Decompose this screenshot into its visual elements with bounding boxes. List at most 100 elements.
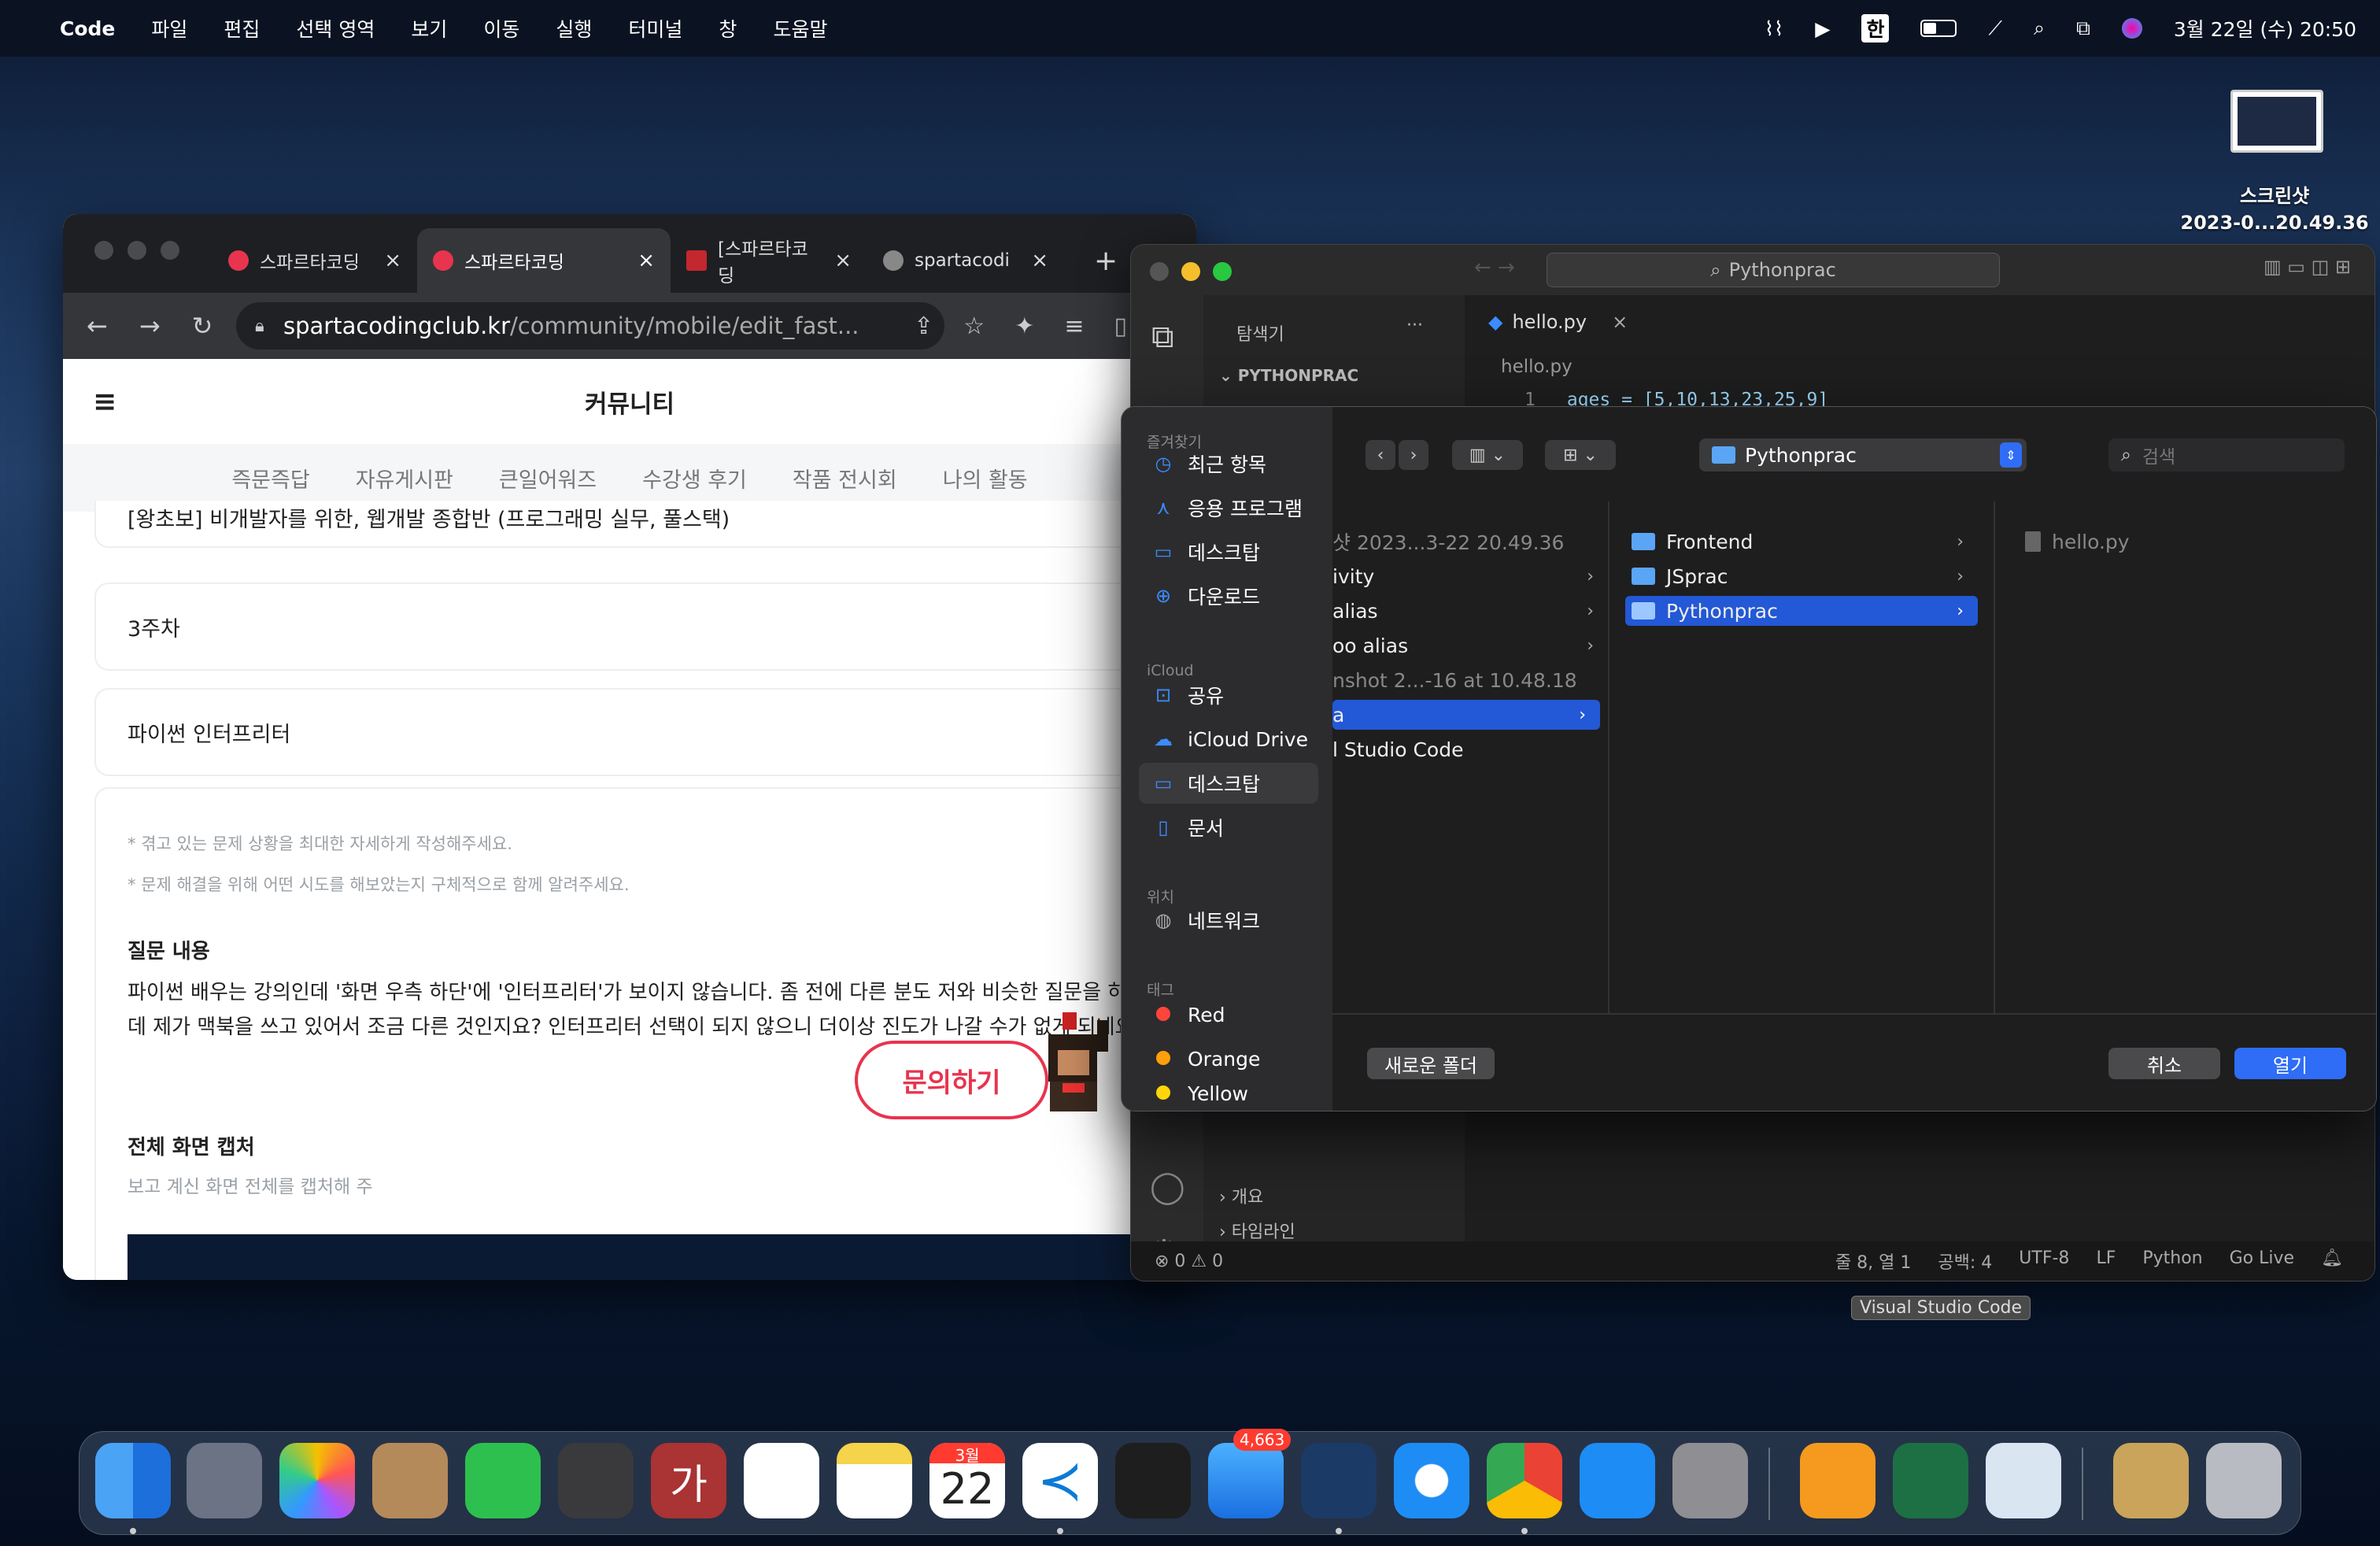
category-awards[interactable]: 큰일어워즈 [499, 463, 597, 494]
open-button[interactable]: 열기 [2234, 1048, 2346, 1079]
sequel-icon[interactable] [1301, 1443, 1377, 1518]
tab-3[interactable]: [스파르타코딩 × [671, 228, 867, 293]
tab-4[interactable]: spartacodi × [867, 228, 1064, 293]
category-free-board[interactable]: 자유게시판 [356, 463, 453, 494]
wifi-off-icon[interactable]: ⟋ [1988, 17, 2002, 40]
close-tab-icon[interactable]: × [638, 249, 655, 272]
search-field[interactable]: ⌕ 검색 [2108, 438, 2345, 472]
finder-icon[interactable] [95, 1443, 171, 1518]
file-row-hello-py[interactable]: hello.py [2025, 527, 2340, 557]
menu-terminal[interactable]: 터미널 [628, 14, 682, 43]
settings-icon[interactable] [1672, 1443, 1748, 1518]
pages-icon[interactable] [1800, 1443, 1876, 1518]
contacts-icon[interactable] [372, 1443, 448, 1518]
screenshot-file-icon[interactable] [2230, 90, 2323, 153]
close-tab-icon[interactable]: × [1612, 311, 1628, 333]
folder-row[interactable]: oo alias › [1332, 631, 1608, 660]
tag-red[interactable]: Red [1139, 994, 1318, 1035]
file-row[interactable]: 샷 2023...3-22 20.49.36 [1332, 527, 1608, 557]
menu-run[interactable]: 실행 [556, 14, 592, 43]
forward-icon[interactable]: → [139, 311, 161, 341]
category-my-activity[interactable]: 나의 활동 [943, 463, 1028, 494]
figma-icon[interactable] [1115, 1443, 1191, 1518]
input-source[interactable]: 한 [1861, 14, 1890, 43]
menu-help[interactable]: 도움말 [773, 14, 827, 43]
preview-icon[interactable] [1986, 1443, 2061, 1518]
folder-row-jsprac[interactable]: JSprac › [1632, 561, 1978, 591]
notes-icon[interactable] [837, 1443, 912, 1518]
back-icon[interactable]: ← [87, 311, 108, 341]
timeline-section[interactable]: › 타임라인 [1219, 1218, 1295, 1243]
problems-indicator[interactable]: ⊗ 0 ⚠ 0 [1155, 1252, 1223, 1271]
numbers-icon[interactable] [465, 1443, 541, 1518]
week-select[interactable]: 3주차 ⌄ [94, 583, 1196, 671]
lock-icon[interactable]: 🔒︎ [255, 316, 264, 336]
cancel-button[interactable]: 취소 [2108, 1048, 2220, 1079]
extensions-icon[interactable]: ✦ [1014, 313, 1034, 340]
folder-row-frontend[interactable]: Frontend › [1632, 527, 1978, 557]
play-icon[interactable]: ▶ [1815, 17, 1830, 40]
more-actions-icon[interactable]: ··· [1406, 316, 1423, 335]
reload-icon[interactable]: ↻ [192, 311, 213, 341]
tag-orange[interactable]: Orange [1139, 1038, 1318, 1079]
tag-yellow[interactable]: Yellow [1139, 1082, 1318, 1106]
hamburger-menu-icon[interactable]: ≡ [93, 386, 116, 418]
siri-icon[interactable] [2121, 18, 2142, 39]
reading-list-icon[interactable]: ≡ [1064, 313, 1084, 340]
forward-button[interactable]: › [1399, 440, 1428, 470]
sidebar-documents[interactable]: ▯ 문서 [1139, 807, 1318, 848]
sidebar-applications[interactable]: ⋏ 응용 프로그램 [1139, 487, 1318, 528]
sidebar-shared[interactable]: ⊡ 공유 [1139, 675, 1318, 716]
battery-icon[interactable] [1920, 20, 1957, 37]
tab-1[interactable]: 스파르타코딩 × [213, 228, 417, 293]
back-button[interactable]: ‹ [1366, 440, 1395, 470]
outline-section[interactable]: › 개요 [1219, 1183, 1263, 1208]
zoom-window-button[interactable] [1213, 262, 1232, 281]
folder-row-selected[interactable]: a › [1332, 700, 1600, 730]
dictionary-icon[interactable]: 가 [651, 1443, 726, 1518]
explorer-icon[interactable]: ⧉ [1151, 319, 1174, 355]
app-row[interactable]: l Studio Code [1332, 734, 1608, 764]
language-mode[interactable]: Python [2142, 1248, 2202, 1274]
ask-button[interactable]: 문의하기 [855, 1041, 1048, 1119]
calendar-icon[interactable]: 3월 22 [929, 1443, 1005, 1518]
category-reviews[interactable]: 수강생 후기 [642, 463, 747, 494]
close-tab-icon[interactable]: × [1031, 249, 1048, 272]
indentation[interactable]: 공백: 4 [1938, 1248, 1992, 1274]
launchpad-icon[interactable] [187, 1443, 262, 1518]
installer-icon[interactable] [2113, 1443, 2189, 1518]
editor-tab-hello-py[interactable]: ◆ hello.py × [1465, 295, 1628, 349]
side-panel-icon[interactable]: ▯ [1114, 313, 1127, 340]
location-popup[interactable]: Pythonprac ⇕ [1699, 438, 2027, 472]
vscode-icon[interactable]: ≺ [1022, 1443, 1098, 1518]
group-by-button[interactable]: ⊞ ⌄ [1545, 440, 1616, 470]
new-folder-button[interactable]: 새로운 폴더 [1367, 1048, 1495, 1079]
excel-icon[interactable] [1893, 1443, 1968, 1518]
editor-breadcrumb[interactable]: hello.py [1501, 357, 1572, 377]
bookmark-star-icon[interactable]: ☆ [963, 313, 985, 340]
cursor-position[interactable]: 줄 8, 열 1 [1835, 1248, 1911, 1274]
safari-icon[interactable] [1394, 1443, 1469, 1518]
menu-window[interactable]: 창 [719, 14, 737, 43]
sidebar-icloud-drive[interactable]: ☁ iCloud Drive [1139, 719, 1318, 760]
nav-back-forward-icon[interactable]: ← → [1474, 256, 1515, 279]
sidebar-downloads[interactable]: ⊕ 다운로드 [1139, 575, 1318, 616]
new-tab-button[interactable]: + [1078, 228, 1125, 293]
menu-selection[interactable]: 선택 영역 [296, 14, 375, 43]
search-icon[interactable]: ⌕ [2034, 17, 2045, 40]
view-mode-columns-button[interactable]: ▥ ⌄ [1452, 440, 1523, 470]
workspace-folder[interactable]: ⌄ PYTHONPRAC [1219, 366, 1358, 385]
account-icon[interactable]: ◯ [1150, 1169, 1185, 1205]
minimize-window-button[interactable] [1181, 262, 1200, 281]
folder-row-pythonprac-selected[interactable]: Pythonprac › [1625, 596, 1978, 626]
clock[interactable]: 3월 22일 (수) 20:50 [2174, 14, 2356, 43]
category-gallery[interactable]: 작품 전시회 [793, 463, 897, 494]
chrome-icon[interactable] [1487, 1443, 1562, 1518]
sidebar-network[interactable]: ◍ 네트워크 [1139, 900, 1318, 941]
sidebar-icloud-desktop[interactable]: ▭ 데스크탑 [1139, 763, 1318, 804]
encoding[interactable]: UTF-8 [2019, 1248, 2069, 1274]
zoom-window-button[interactable] [161, 241, 179, 260]
address-bar[interactable]: 🔒︎ spartacodingclub.kr/community/mobile/… [236, 302, 944, 350]
menu-app-name[interactable]: Code [60, 17, 115, 40]
screenshot-file-label[interactable]: 스크린샷 2023-0...20.49.36 [2156, 183, 2380, 236]
